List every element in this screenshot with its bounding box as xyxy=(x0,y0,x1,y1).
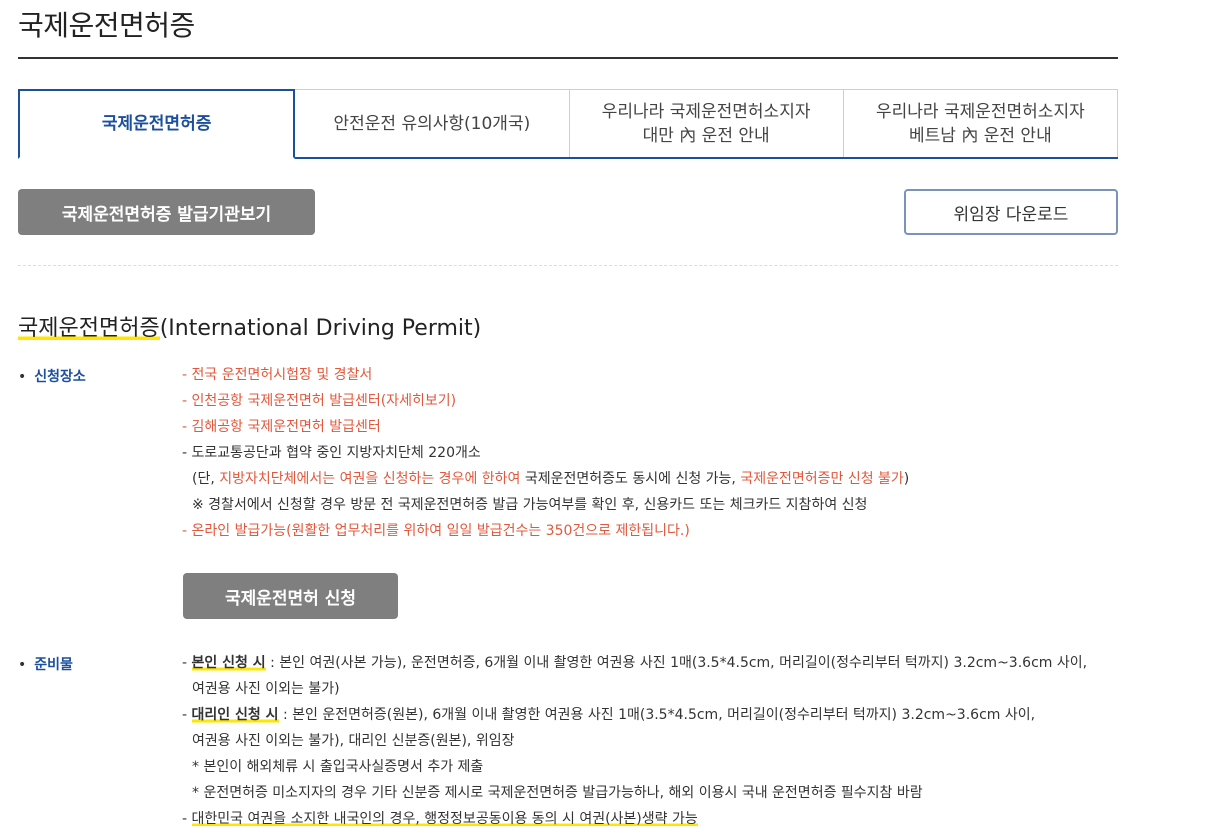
prep-label: • 준비물 xyxy=(18,654,73,674)
page: 국제운전면허증 국제운전면허증 안전운전 유의사항(10개국) 우리나라 국제운… xyxy=(0,0,1210,834)
tab-label: 안전운전 유의사항(10개국) xyxy=(333,113,531,134)
section-title-rest: (International Driving Permit) xyxy=(159,316,482,341)
tab-vietnam-guide[interactable]: 우리나라 국제운전면허소지자 베트남 內 운전 안내 xyxy=(843,89,1118,157)
passport-omit-text: 대한민국 여권을 소지한 내국인의 경우, 행정정보공동이용 동의 시 여권(사… xyxy=(191,811,698,827)
tab-taiwan-guide[interactable]: 우리나라 국제운전면허소지자 대만 內 운전 안내 xyxy=(569,89,844,157)
apply-place-item: - 김해공항 국제운전면허 발급센터 xyxy=(182,419,381,435)
tab-label: 국제운전면허증 xyxy=(101,114,212,134)
prep-proxy-cont: 여권용 사진 이외는 불가), 대리인 신분증(원본), 위임장 xyxy=(192,733,515,749)
tab-label-line2: 대만 內 운전 안내 xyxy=(642,125,770,146)
prep-label-text: 준비물 xyxy=(34,657,73,673)
download-power-of-attorney-button[interactable]: 위임장 다운로드 xyxy=(904,189,1118,235)
apply-place-list: - 전국 운전면허시험장 및 경찰서 - 인천공항 국제운전면허 발급센터(자세… xyxy=(182,362,1192,544)
apply-place-item: - 전국 운전면허시험장 및 경찰서 xyxy=(182,367,373,383)
bullet-icon: • xyxy=(18,369,27,385)
note-text: ) xyxy=(903,471,910,487)
tab-label-line1: 우리나라 국제운전면허소지자 xyxy=(601,101,811,122)
view-issuers-button[interactable]: 국제운전면허증 발급기관보기 xyxy=(18,189,315,235)
tab-label-line2: 베트남 內 운전 안내 xyxy=(909,125,1052,146)
apply-place-label-text: 신청장소 xyxy=(34,369,86,385)
online-issuance-note: - 온라인 발급가능(원활한 업무처리를 위하여 일일 발급건수는 350건으로… xyxy=(182,523,690,539)
prep-proxy: - 대리인 신청 시 : 본인 운전면허증(원본), 6개월 이내 촬영한 여권… xyxy=(182,707,1036,723)
self-apply-label: 본인 신청 시 xyxy=(191,655,266,671)
prep-note: * 본인이 해외체류 시 출입국사실증명서 추가 제출 xyxy=(192,759,484,775)
apply-place-note: (단, 지방자치단체에서는 여권을 신청하는 경우에 한하여 국제운전면허증도 … xyxy=(182,466,1192,492)
apply-license-button[interactable]: 국제운전면허 신청 xyxy=(183,573,398,619)
note-text-red: 지방자치단체에서는 여권을 신청하는 경우에 한하여 xyxy=(219,471,521,487)
tab-bar: 국제운전면허증 안전운전 유의사항(10개국) 우리나라 국제운전면허소지자 대… xyxy=(18,89,1118,159)
note-text-red: 국제운전면허증만 신청 불가 xyxy=(740,471,904,487)
proxy-apply-label: 대리인 신청 시 xyxy=(191,707,279,723)
section-title-highlight: 국제운전면허증 xyxy=(18,316,160,341)
apply-place-item: - 도로교통공단과 협약 중인 지방자치단체 220개소 xyxy=(182,445,481,461)
self-apply-text: : 본인 여권(사본 가능), 운전면허증, 6개월 이내 촬영한 여권용 사진… xyxy=(265,655,1088,671)
prep-self: - 본인 신청 시 : 본인 여권(사본 가능), 운전면허증, 6개월 이내 … xyxy=(182,655,1088,671)
section-title: 국제운전면허증(International Driving Permit) xyxy=(18,310,481,342)
note-text: 국제운전면허증도 동시에 신청 가능, xyxy=(520,471,741,487)
tab-label-line1: 우리나라 국제운전면허소지자 xyxy=(876,101,1085,122)
bullet-icon: • xyxy=(18,657,27,673)
prep-list: - 본인 신청 시 : 본인 여권(사본 가능), 운전면허증, 6개월 이내 … xyxy=(182,650,1192,832)
police-station-note: ※ 경찰서에서 신청할 경우 방문 전 국제운전면허증 발급 가능여부를 확인 … xyxy=(192,497,868,513)
prep-self-cont: 여권용 사진 이외는 불가) xyxy=(192,681,340,697)
apply-place-label: • 신청장소 xyxy=(18,366,86,386)
tab-international-license[interactable]: 국제운전면허증 xyxy=(18,89,296,159)
section-divider xyxy=(18,265,1118,266)
note-text: (단, xyxy=(192,471,220,487)
tab-safety-notes[interactable]: 안전운전 유의사항(10개국) xyxy=(295,89,570,157)
prep-passport-note: - 대한민국 여권을 소지한 내국인의 경우, 행정정보공동이용 동의 시 여권… xyxy=(182,811,698,827)
prep-note: * 운전면허증 미소지자의 경우 기타 신분증 제시로 국제운전면허증 발급가능… xyxy=(192,785,923,801)
page-title: 국제운전면허증 xyxy=(18,9,195,42)
incheon-airport-link[interactable]: - 인천공항 국제운전면허 발급센터(자세히보기) xyxy=(182,388,1192,414)
proxy-apply-text: : 본인 운전면허증(원본), 6개월 이내 촬영한 여권용 사진 1매(3.5… xyxy=(278,707,1036,723)
title-divider xyxy=(18,57,1118,59)
